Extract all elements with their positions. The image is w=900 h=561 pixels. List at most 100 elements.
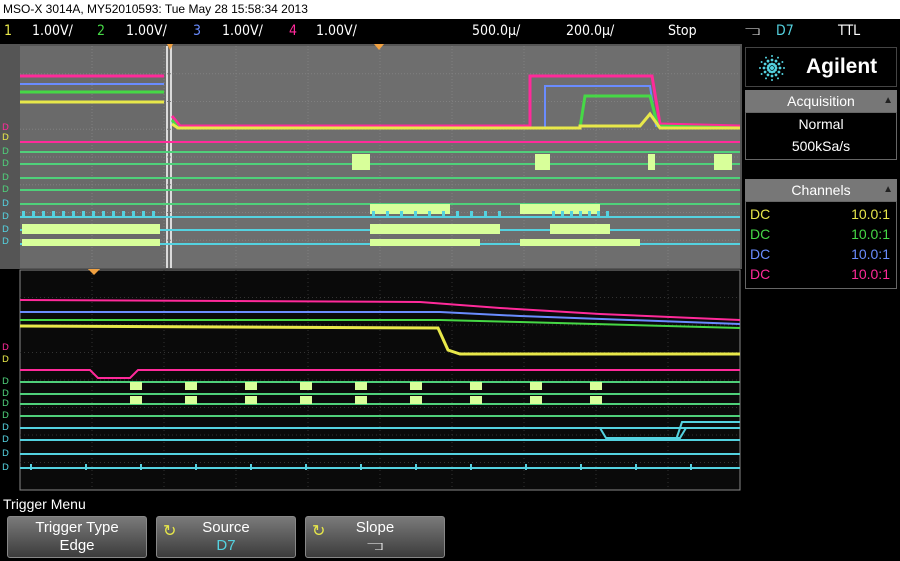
ch4-scale[interactable]: 1.00V/: [316, 19, 357, 43]
agilent-spark-icon: [759, 55, 785, 81]
time-scale[interactable]: 500.0µ/: [472, 19, 520, 43]
collapse-icon[interactable]: ▲: [883, 181, 893, 199]
digital-pulse: [530, 382, 542, 390]
spark-dot: [766, 59, 770, 63]
spark-dot: [770, 74, 774, 78]
digital-pulse: [22, 239, 160, 246]
channel-label: D: [2, 237, 9, 247]
source-softkey[interactable]: ↻ Source D7: [156, 516, 296, 558]
ch4-number[interactable]: 4: [289, 19, 297, 43]
digital-edge: [579, 211, 582, 216]
digital-edge: [305, 464, 307, 470]
spark-dot: [762, 66, 766, 70]
softkey-label: Trigger Type: [35, 519, 119, 536]
softkey-value: ⫎: [367, 537, 383, 554]
acquisition-mode: Normal: [798, 116, 844, 132]
digital-edge: [42, 211, 45, 216]
digital-pulse: [648, 154, 655, 170]
run-state[interactable]: Stop: [668, 19, 697, 43]
waveform-canvas[interactable]: DDDDDDDDDDDDDDDDDDDD: [0, 44, 742, 492]
menu-title: Trigger Menu: [3, 496, 86, 512]
title-bar: MSO-X 3014A, MY52010593: Tue May 28 15:5…: [0, 0, 900, 19]
channel-label: D: [2, 377, 9, 387]
softkey-value: Edge: [59, 537, 95, 554]
channel-label: D: [2, 423, 9, 433]
ch1-scale[interactable]: 1.00V/: [32, 19, 73, 43]
channel-probe: 10.0:1: [851, 246, 890, 262]
digital-edge: [82, 211, 85, 216]
spark-dot: [781, 73, 784, 75]
ch2-number[interactable]: 2: [97, 19, 105, 43]
spark-dot: [763, 62, 767, 66]
digital-pulse: [470, 396, 482, 404]
acquisition-panel: Normal 500kSa/s: [745, 112, 897, 160]
digital-pulse: [185, 382, 197, 390]
ch3-number[interactable]: 3: [193, 19, 201, 43]
channel-label: D: [2, 399, 9, 409]
digital-edge: [552, 211, 555, 216]
zoom-scale[interactable]: 200.0µ/: [566, 19, 614, 43]
channel-label: D: [2, 199, 9, 209]
ch2-scale[interactable]: 1.00V/: [126, 19, 167, 43]
spark-dot: [760, 61, 763, 63]
digital-edge: [580, 464, 582, 470]
softkey-label: Source: [202, 519, 250, 536]
spark-dot: [777, 70, 781, 74]
channel-row[interactable]: DC 10.0:1: [746, 244, 896, 264]
trigger-source[interactable]: D7: [776, 19, 794, 43]
digital-pulse: [520, 239, 640, 246]
digital-pulse: [535, 154, 550, 170]
channel-label: D: [2, 343, 9, 353]
channel-row[interactable]: DC 10.0:1: [746, 264, 896, 284]
spark-dot: [774, 73, 778, 77]
channel-label: D: [2, 389, 9, 399]
digital-edge: [597, 211, 600, 216]
acquisition-header[interactable]: Acquisition ▲: [745, 90, 897, 112]
digital-edge: [561, 211, 564, 216]
digital-edge: [498, 211, 501, 216]
ch1-number[interactable]: 1: [4, 19, 12, 43]
channel-label: D: [2, 159, 9, 169]
digital-pulse: [355, 396, 367, 404]
digital-pulse: [22, 224, 160, 234]
digital-edge: [606, 211, 609, 216]
trigger-type-softkey[interactable]: Trigger Type Edge: [7, 516, 147, 558]
ch3-scale[interactable]: 1.00V/: [222, 19, 263, 43]
brand-box: Agilent: [745, 47, 897, 87]
softkey-value: D7: [216, 537, 236, 554]
side-panel: Agilent Acquisition ▲ Normal 500kSa/s Ch…: [742, 44, 900, 492]
channel-row[interactable]: DC 10.0:1: [746, 224, 896, 244]
brand-name: Agilent: [806, 55, 878, 78]
digital-pulse: [530, 396, 542, 404]
digital-edge: [442, 211, 445, 216]
digital-edge: [112, 211, 115, 216]
digital-pulse: [130, 382, 142, 390]
trigger-level[interactable]: TTL: [838, 19, 860, 43]
channel-coupling: DC: [750, 206, 771, 222]
digital-pulse: [410, 382, 422, 390]
channel-label: D: [2, 435, 9, 445]
digital-pulse: [355, 382, 367, 390]
spark-dot: [766, 73, 770, 77]
channels-header[interactable]: Channels ▲: [745, 179, 897, 201]
acquisition-title: Acquisition: [787, 93, 855, 109]
entry-knob-icon: ↻: [312, 523, 326, 540]
waveform-display[interactable]: DDDDDDDDDDDDDDDDDDDD: [0, 44, 742, 492]
spark-dot: [774, 64, 777, 68]
spark-dot: [777, 56, 779, 59]
digital-edge: [386, 211, 389, 216]
channel-label: D: [2, 449, 9, 459]
digital-edge: [428, 211, 431, 216]
channel-coupling: DC: [750, 266, 771, 282]
collapse-icon[interactable]: ▲: [883, 92, 893, 110]
channel-label: D: [2, 355, 9, 365]
softkey-bar: Trigger Menu Trigger Type Edge ↻ Source …: [0, 494, 900, 561]
digital-pulse: [300, 382, 312, 390]
digital-pulse: [370, 239, 480, 246]
acquisition-rate: 500kSa/s: [791, 138, 851, 154]
channel-row[interactable]: DC 10.0:1: [746, 204, 896, 224]
digital-edge: [85, 464, 87, 470]
digital-pulse: [590, 382, 602, 390]
digital-edge: [525, 464, 527, 470]
slope-softkey[interactable]: ↻ Slope ⫎: [305, 516, 445, 558]
